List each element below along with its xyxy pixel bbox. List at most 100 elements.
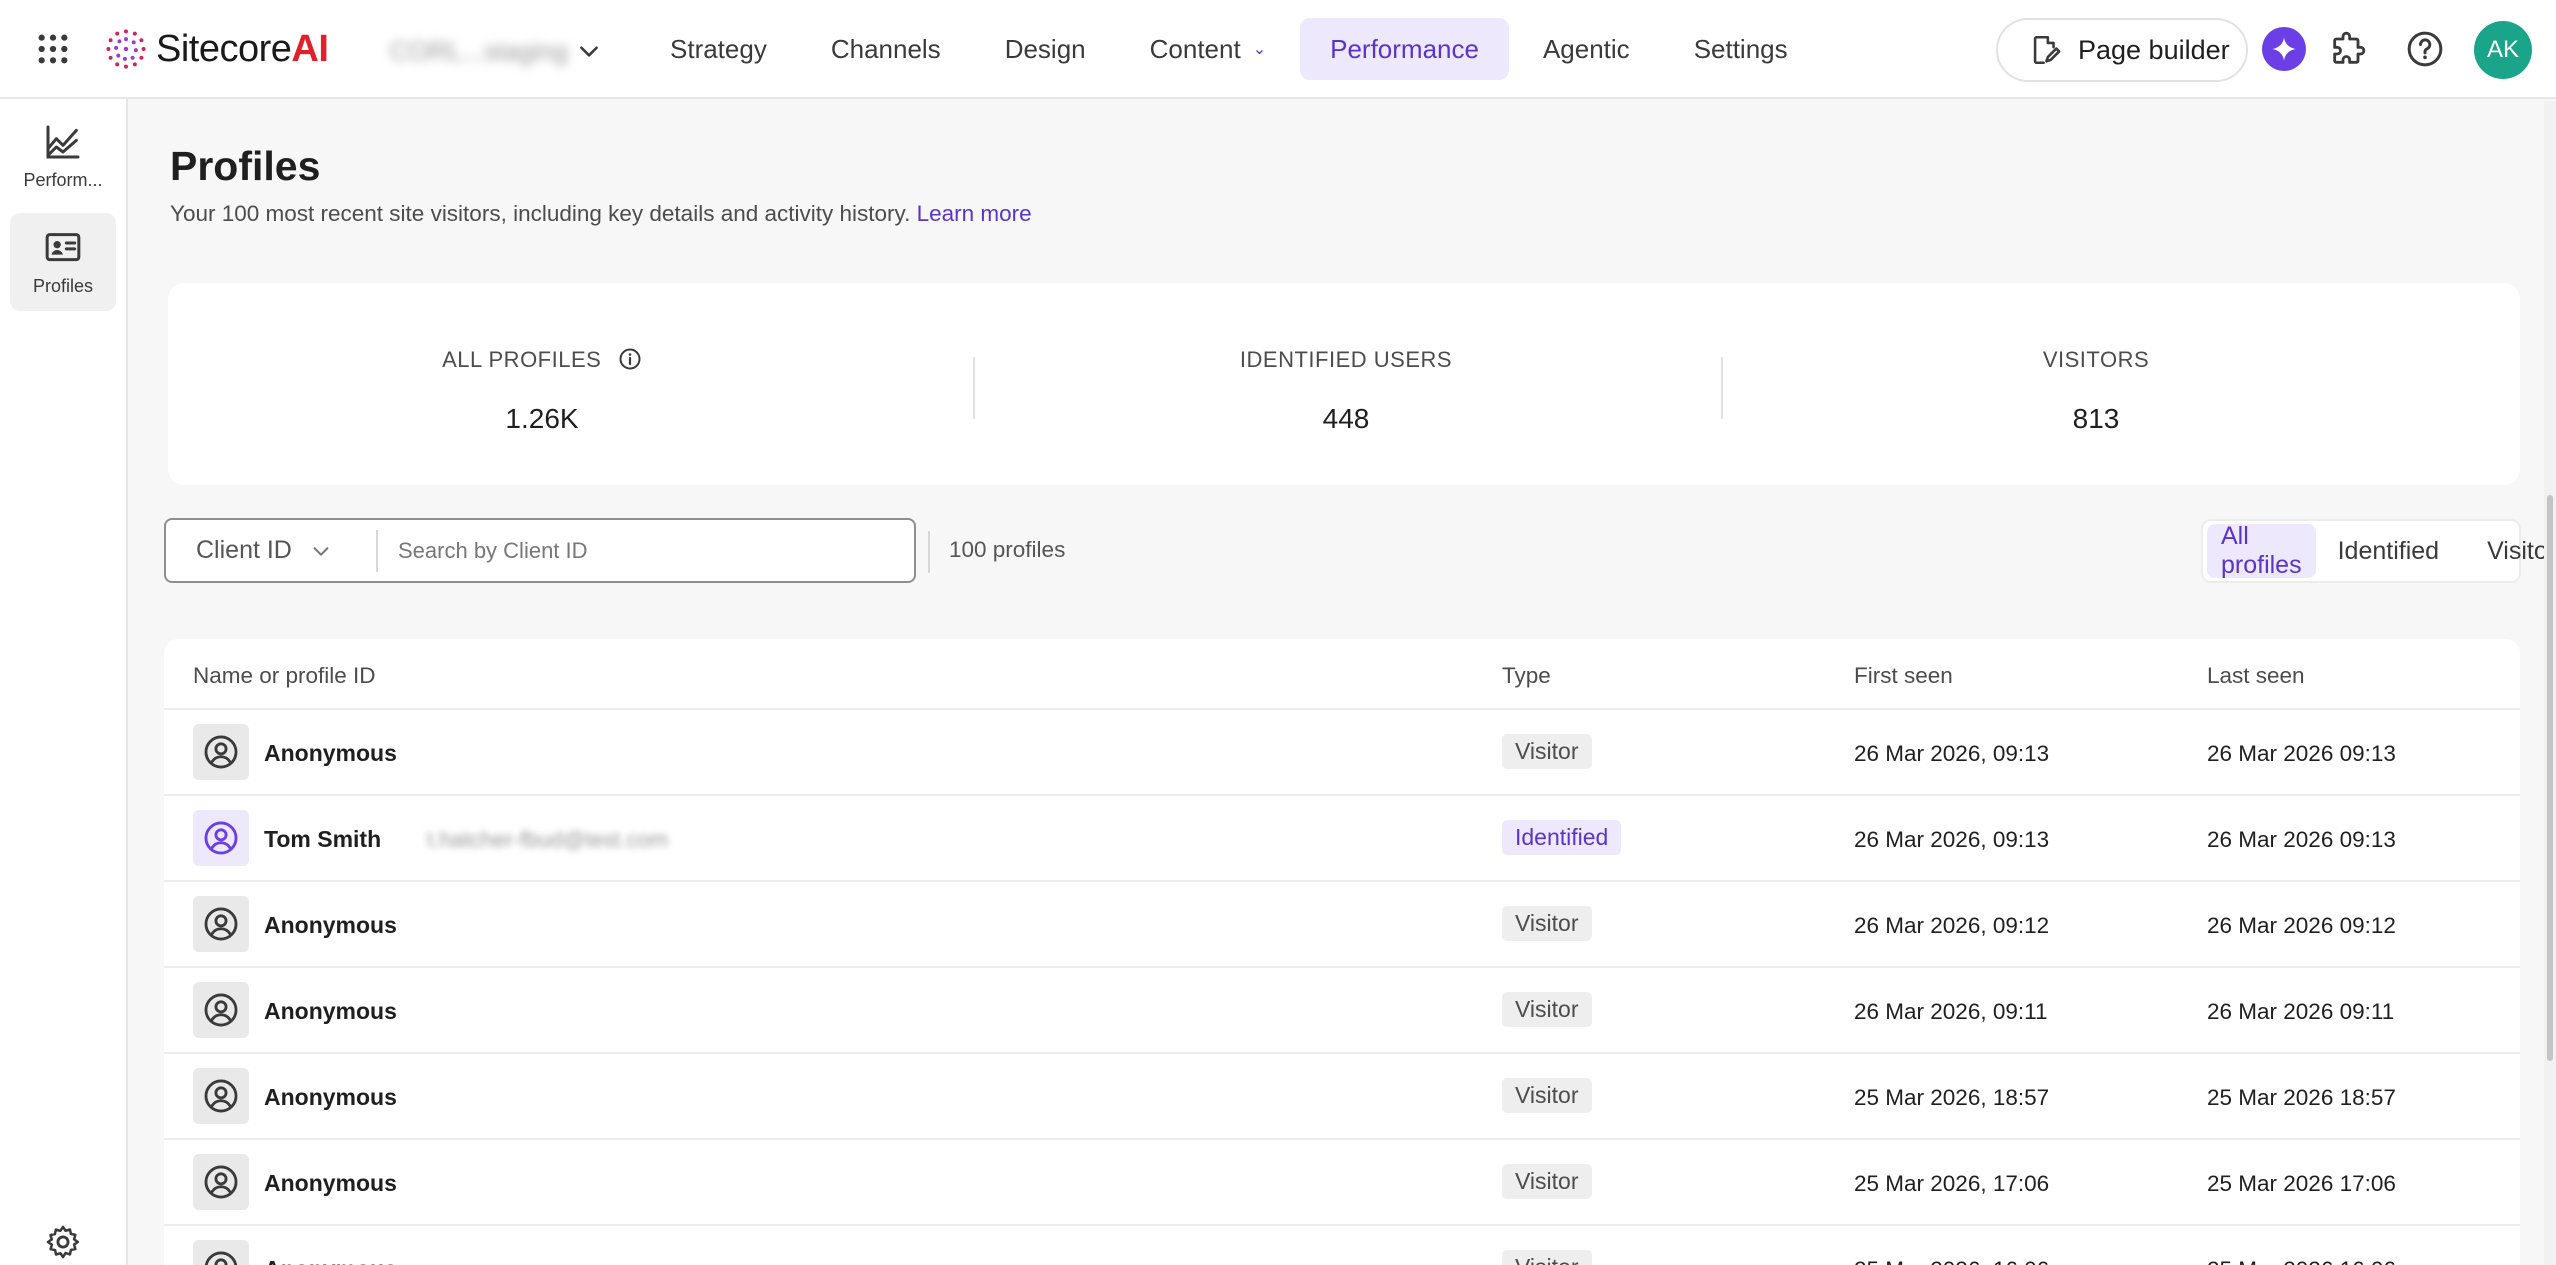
chevron-down-icon bbox=[313, 546, 329, 556]
last-seen-cell: 25 Mar 2026 17:06 bbox=[2207, 1171, 2396, 1196]
user-avatar[interactable]: AK bbox=[2474, 21, 2532, 79]
nav-channels[interactable]: Channels bbox=[801, 18, 971, 80]
table-row[interactable]: Anonymous Visitor 26 Mar 2026, 09:11 26 Mar… bbox=[164, 968, 2520, 1054]
table-row[interactable]: Anonymous Visitor 26 Mar 2026, 09:12 26 Mar… bbox=[164, 882, 2520, 968]
profile-card-icon bbox=[45, 232, 81, 261]
divider bbox=[928, 531, 930, 573]
user-circle-icon bbox=[193, 724, 249, 780]
left-rail: Perform... Profiles bbox=[0, 99, 128, 1265]
column-header-name[interactable]: Name or profile ID bbox=[193, 663, 376, 689]
page-scrollbar[interactable] bbox=[2544, 101, 2556, 1265]
main-content: Profiles Your 100 most recent site visit… bbox=[130, 101, 2556, 1265]
org-switcher-chevron-down-icon[interactable] bbox=[576, 38, 602, 64]
chevron-down-icon: ⌄ bbox=[1252, 41, 1267, 58]
page-subtitle-text: Your 100 most recent site visitors, incl… bbox=[170, 201, 911, 226]
profile-name: Anonymous bbox=[264, 998, 397, 1024]
sitecore-logo-icon bbox=[106, 29, 146, 69]
first-seen-cell: 26 Mar 2026, 09:12 bbox=[1854, 913, 2050, 938]
profiles-table: Name or profile ID Type First seen Last … bbox=[164, 639, 2520, 1265]
table-row[interactable]: Anonymous Visitor 26 Mar 2026, 09:13 26 Mar… bbox=[164, 710, 2520, 796]
profile-type-badge: Visitor bbox=[1502, 992, 1592, 1027]
profile-email-blurred: t.hatcher-fbud@test.com bbox=[427, 827, 669, 852]
table-header: Name or profile ID Type First seen Last … bbox=[164, 639, 2520, 710]
nav-strategy[interactable]: Strategy bbox=[640, 18, 797, 80]
user-circle-icon bbox=[193, 810, 249, 866]
nav-performance[interactable]: Performance bbox=[1300, 18, 1509, 80]
rail-item-profiles[interactable]: Profiles bbox=[10, 213, 116, 311]
search-field-select[interactable]: Client ID bbox=[166, 529, 378, 572]
profile-name: Anonymous bbox=[264, 740, 397, 766]
table-row[interactable]: Tom Smith t.hatcher-fbud@test.com Identifi… bbox=[164, 796, 2520, 882]
first-seen-cell: 25 Mar 2026, 16:06 bbox=[1854, 1257, 2049, 1265]
segment-identified[interactable]: Identified bbox=[2324, 524, 2453, 578]
stat-visitors-label: VISITORS bbox=[2042, 347, 2150, 372]
profile-type-badge: Visitor bbox=[1502, 1250, 1592, 1265]
profile-type-segmented-control: All profiles Identified Visitors bbox=[2201, 519, 2556, 583]
learn-more-link[interactable]: Learn more bbox=[917, 201, 1032, 226]
extensions-puzzle-icon[interactable] bbox=[2328, 29, 2368, 69]
client-id-search: Client ID bbox=[164, 518, 916, 583]
column-header-type[interactable]: Type bbox=[1502, 663, 1551, 689]
column-header-first-seen[interactable]: First seen bbox=[1854, 663, 1953, 689]
page-builder-label: Page builder bbox=[2078, 34, 2230, 65]
profile-name: Anonymous bbox=[264, 1084, 397, 1110]
page-edit-icon bbox=[2033, 35, 2061, 65]
rail-item-performance[interactable]: Perform... bbox=[10, 107, 116, 205]
brand-name: SitecoreAI bbox=[156, 27, 329, 70]
stat-all-profiles-label-row: ALL PROFILES bbox=[168, 347, 916, 373]
nav-design[interactable]: Design bbox=[975, 18, 1116, 80]
page-subtitle: Your 100 most recent site visitors, incl… bbox=[170, 201, 1032, 227]
search-input[interactable] bbox=[378, 520, 914, 581]
sparkle-icon bbox=[2272, 37, 2296, 61]
info-icon[interactable] bbox=[618, 347, 642, 371]
organization-name-blurred[interactable]: CORL...staging bbox=[390, 36, 568, 66]
stat-all-profiles-label: ALL PROFILES bbox=[442, 347, 602, 372]
profile-type-badge: Visitor bbox=[1502, 906, 1592, 941]
profiles-count: 100 profiles bbox=[949, 537, 1066, 562]
profile-name: Anonymous bbox=[264, 912, 397, 938]
nav-design-label: Design bbox=[1004, 33, 1086, 64]
nav-agentic-label: Agentic bbox=[1542, 33, 1630, 64]
nav-channels-label: Channels bbox=[830, 33, 941, 64]
help-question-icon[interactable] bbox=[2405, 29, 2445, 69]
rail-item-performance-label: Perform... bbox=[23, 169, 103, 190]
profile-type-badge: Identified bbox=[1502, 820, 1622, 855]
scrollbar-thumb[interactable] bbox=[2547, 495, 2553, 1061]
sitecore-logo[interactable]: SitecoreAI bbox=[104, 24, 329, 74]
user-circle-icon bbox=[193, 1154, 249, 1210]
nav-strategy-label: Strategy bbox=[670, 33, 767, 64]
stat-visitors: VISITORS 813 bbox=[1722, 283, 2470, 485]
nav-settings[interactable]: Settings bbox=[1664, 18, 1818, 80]
nav-content[interactable]: Content ⌄ bbox=[1120, 18, 1296, 80]
nav-content-label: Content bbox=[1149, 33, 1241, 64]
table-row[interactable]: Anonymous Visitor 25 Mar 2026, 16:06 25 Mar… bbox=[164, 1226, 2520, 1265]
user-circle-icon bbox=[193, 896, 249, 952]
stat-identified-users-label: IDENTIFIED USERS bbox=[1239, 347, 1453, 372]
first-seen-cell: 26 Mar 2026, 09:13 bbox=[1854, 741, 2050, 766]
page-builder-button[interactable]: Page builder bbox=[1996, 18, 2248, 82]
first-seen-cell: 25 Mar 2026, 18:57 bbox=[1854, 1085, 2050, 1110]
last-seen-cell: 26 Mar 2026 09:11 bbox=[2207, 999, 2395, 1024]
ai-assistant-sparkle-button[interactable] bbox=[2262, 27, 2306, 71]
table-row[interactable]: Anonymous Visitor 25 Mar 2026, 18:57 25 Mar… bbox=[164, 1054, 2520, 1140]
search-field-select-value: Client ID bbox=[196, 536, 292, 564]
rail-item-profiles-label: Profiles bbox=[32, 275, 94, 296]
user-circle-icon bbox=[193, 1240, 249, 1265]
first-seen-cell: 25 Mar 2026, 17:06 bbox=[1854, 1171, 2050, 1196]
main-nav: Strategy Channels Design Content ⌄ Perfor… bbox=[640, 18, 1822, 80]
first-seen-cell: 26 Mar 2026, 09:11 bbox=[1854, 999, 2048, 1024]
gear-icon[interactable] bbox=[44, 1223, 82, 1261]
last-seen-cell: 26 Mar 2026 09:12 bbox=[2207, 913, 2396, 938]
last-seen-cell: 25 Mar 2026 18:57 bbox=[2207, 1085, 2396, 1110]
top-navigation-bar: SitecoreAI CORL...staging Strategy Chann… bbox=[0, 0, 2556, 99]
last-seen-cell: 25 Mar 2026 16:06 bbox=[2207, 1257, 2396, 1265]
last-seen-cell: 26 Mar 2026 09:13 bbox=[2207, 827, 2396, 852]
profile-type-badge: Visitor bbox=[1502, 734, 1592, 769]
nav-agentic[interactable]: Agentic bbox=[1513, 18, 1660, 80]
segment-all-profiles[interactable]: All profiles bbox=[2207, 522, 2316, 579]
app-switcher-grid-icon[interactable] bbox=[36, 32, 76, 68]
column-header-last-seen[interactable]: Last seen bbox=[2207, 663, 2305, 689]
last-seen-cell: 26 Mar 2026 09:13 bbox=[2207, 741, 2396, 766]
table-row[interactable]: Anonymous Visitor 25 Mar 2026, 17:06 25 Mar… bbox=[164, 1140, 2520, 1226]
stat-all-profiles: ALL PROFILES 1.26K bbox=[168, 283, 916, 485]
